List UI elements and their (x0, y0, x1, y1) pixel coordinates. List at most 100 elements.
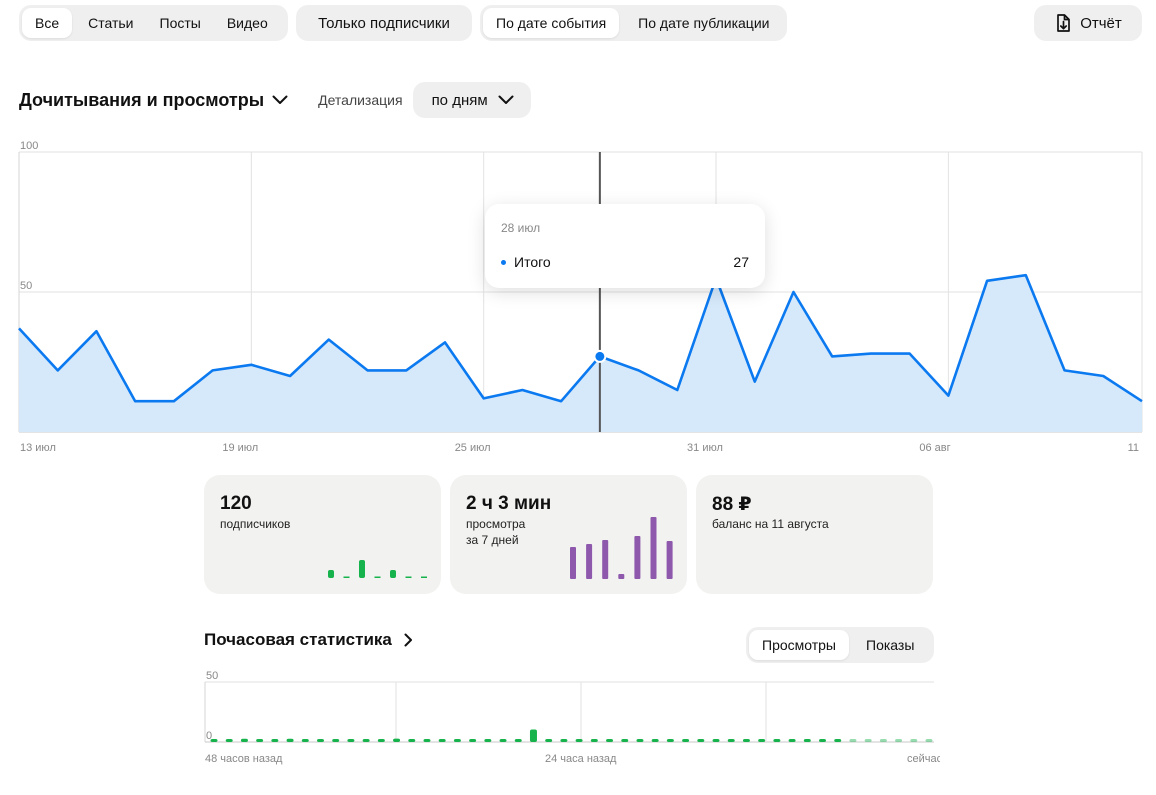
balance-label: баланс на 11 августа (712, 517, 829, 531)
hourly-bar (788, 739, 796, 742)
chart-header: Дочитывания и просмотры Детализация по д… (19, 82, 531, 118)
tab-articles[interactable]: Статьи (72, 8, 146, 38)
hourly-bar (636, 739, 644, 742)
hourly-bar (316, 739, 324, 742)
mini-bar (421, 576, 427, 578)
report-button-label: Отчёт (1080, 14, 1122, 32)
mini-bar (570, 547, 576, 579)
views-chart[interactable]: 05010013 июл19 июл25 июл31 июл06 авг11 (0, 130, 1156, 460)
hourly-metric-tabs: Просмотры Показы (746, 627, 934, 663)
hourly-bar (484, 739, 492, 742)
mini-bar (328, 570, 334, 578)
x-tick-label: 19 июл (222, 442, 258, 454)
hourly-bar (240, 738, 248, 742)
tab-by-publication-date[interactable]: По дате публикации (619, 8, 781, 38)
x-tick-label: 25 июл (455, 442, 491, 454)
y-tick-label: 50 (20, 280, 32, 292)
file-download-icon (1057, 14, 1071, 32)
mini-bar (374, 576, 381, 578)
balance-card[interactable]: 88 ₽ баланс на 11 августа (696, 475, 933, 594)
metric-dropdown[interactable]: Дочитывания и просмотры (19, 90, 288, 111)
hover-point (593, 349, 607, 363)
y-tick-label: 100 (20, 140, 38, 152)
hourly-bar (423, 739, 431, 742)
hourly-bar (210, 739, 218, 742)
tab-impressions[interactable]: Показы (849, 630, 928, 660)
subscribers-only-toggle[interactable]: Только подписчики (296, 5, 472, 41)
subscribers-card[interactable]: 120 подписчиков (204, 475, 441, 594)
x-tick-label: 31 июл (687, 442, 723, 454)
hourly-bar (758, 739, 766, 742)
x-tick-label: 06 авг (919, 442, 950, 454)
watch-time-mini-chart (570, 517, 673, 579)
tab-by-event-date[interactable]: По дате события (483, 8, 620, 38)
hourly-bar (849, 739, 857, 742)
mini-bar (586, 544, 593, 579)
hourly-bar (773, 739, 781, 742)
y-tick-label: 50 (206, 670, 218, 682)
mini-bar (390, 570, 396, 578)
hourly-bar (621, 739, 629, 742)
chart-tooltip: 28 июл Итого 27 (485, 204, 765, 288)
hourly-bar (895, 739, 903, 742)
detail-label: Детализация (318, 92, 403, 108)
hourly-bar (408, 739, 416, 742)
tab-posts[interactable]: Посты (147, 8, 214, 38)
hourly-bar (925, 739, 933, 742)
hourly-bar (879, 739, 887, 742)
hourly-bar (712, 739, 720, 742)
hourly-title: Почасовая статистика (204, 630, 392, 649)
x-tick-label: 13 июл (20, 442, 56, 454)
hourly-bar (347, 739, 355, 742)
hourly-bar (332, 739, 340, 742)
hourly-bar (271, 739, 279, 742)
hourly-bar (469, 739, 477, 742)
hourly-bar (606, 739, 614, 742)
tooltip-row: Итого 27 (501, 254, 749, 270)
balance-value: 88 ₽ (712, 494, 752, 515)
hourly-bar (560, 739, 568, 742)
series-dot-icon (501, 259, 506, 265)
hourly-bar (377, 739, 385, 742)
tab-video[interactable]: Видео (214, 8, 281, 38)
subscribers-mini-chart (328, 560, 427, 578)
mini-bar (343, 576, 350, 578)
chevron-down-icon (498, 95, 514, 104)
mini-bar (359, 560, 365, 578)
hourly-bar (590, 739, 598, 742)
hourly-bar (864, 739, 872, 742)
hourly-stats-link[interactable]: Почасовая статистика (204, 630, 413, 650)
hourly-bar (819, 739, 827, 742)
tab-views[interactable]: Просмотры (749, 630, 849, 660)
detail-select[interactable]: по дням (412, 82, 531, 118)
x-tick-label: 11 (1128, 442, 1139, 454)
hourly-bar (834, 739, 842, 742)
hourly-bar (910, 739, 918, 742)
mini-bar (634, 536, 641, 579)
hourly-bar (742, 739, 750, 742)
tab-all[interactable]: Все (22, 8, 73, 38)
chevron-down-icon (272, 95, 288, 104)
hourly-chart[interactable]: 05048 часов назад 24 часа назад сейчас (200, 660, 940, 770)
x-tick-label: 24 часа назад (545, 753, 617, 765)
hourly-bar (438, 739, 446, 742)
hourly-bar (286, 738, 294, 742)
watch-time-card[interactable]: 2 ч 3 мин просмотра за 7 дней (450, 475, 687, 594)
hourly-bar (697, 739, 705, 742)
hourly-bar (225, 739, 233, 742)
x-tick-label: 48 часов назад (205, 753, 283, 765)
report-button[interactable]: Отчёт (1034, 5, 1142, 41)
hourly-bar (256, 739, 264, 742)
hourly-bar (666, 739, 674, 742)
hourly-bar (803, 739, 811, 742)
mini-bar (602, 540, 609, 579)
mini-bar (405, 576, 412, 578)
hourly-bar (682, 739, 690, 742)
hourly-bar (651, 739, 659, 742)
chart-title: Дочитывания и просмотры (19, 89, 265, 110)
tooltip-value: 27 (733, 254, 749, 270)
series-area-itogo (19, 275, 1142, 432)
hourly-bar (453, 739, 461, 742)
x-tick-label: сейчас (907, 753, 940, 765)
hourly-bar (362, 739, 370, 742)
